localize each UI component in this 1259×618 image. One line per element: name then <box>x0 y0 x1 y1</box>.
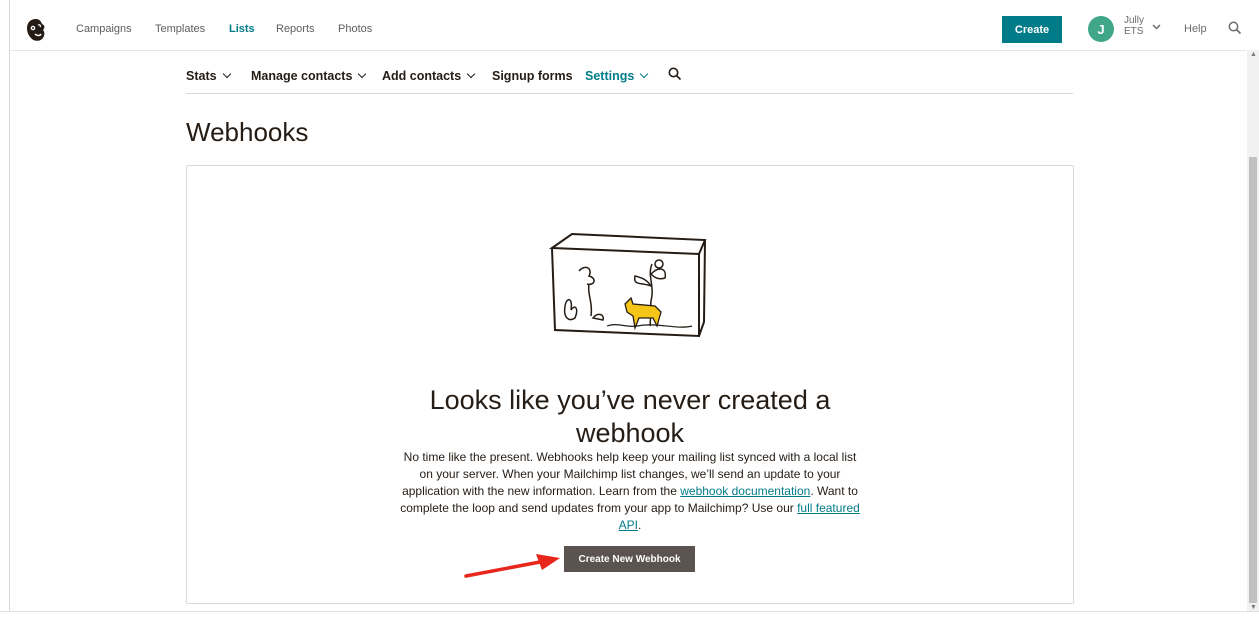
scroll-down-arrow-icon[interactable]: ▼ <box>1250 604 1257 611</box>
page-title: Webhooks <box>186 117 309 147</box>
description-text-3: . <box>638 518 642 532</box>
avatar[interactable]: J <box>1088 16 1114 42</box>
mailchimp-logo[interactable] <box>25 17 47 43</box>
subnav-settings-label: Settings <box>585 69 635 83</box>
subnav-add-contacts[interactable]: Add contacts <box>382 69 476 83</box>
user-account-name[interactable]: Jully ETS <box>1124 15 1144 37</box>
subnav-signup-forms[interactable]: Signup forms <box>492 69 573 83</box>
subnav-manage-contacts-label: Manage contacts <box>251 69 353 83</box>
nav-campaigns[interactable]: Campaigns <box>76 23 132 35</box>
list-sub-navigation: Stats Manage contacts Add contacts Signu… <box>186 50 1073 94</box>
empty-state-description: No time like the present. Webhooks help … <box>398 449 862 534</box>
chevron-down-icon[interactable] <box>1152 24 1161 30</box>
top-navigation-bar: Campaigns Templates Lists Reports Photos… <box>10 9 1246 51</box>
terrarium-illustration <box>549 232 707 338</box>
chevron-down-icon <box>222 69 231 79</box>
create-button[interactable]: Create <box>1002 16 1062 43</box>
help-link[interactable]: Help <box>1184 23 1207 35</box>
nav-templates[interactable]: Templates <box>155 23 205 35</box>
scrollbar-thumb[interactable] <box>1249 157 1257 603</box>
empty-state-heading: Looks like you’ve never created a webhoo… <box>429 385 831 448</box>
nav-lists[interactable]: Lists <box>229 23 255 35</box>
nav-photos[interactable]: Photos <box>338 23 372 35</box>
user-name-line1: Jully <box>1124 15 1145 26</box>
subnav-stats-label: Stats <box>186 69 217 83</box>
red-arrow-annotation <box>464 554 560 578</box>
chevron-down-icon <box>640 69 649 79</box>
search-icon[interactable] <box>668 67 682 81</box>
chevron-down-icon <box>466 69 476 79</box>
scroll-up-arrow-icon[interactable]: ▲ <box>1250 51 1257 58</box>
subnav-stats[interactable]: Stats <box>186 69 231 83</box>
subnav-add-contacts-label: Add contacts <box>382 69 462 83</box>
search-icon[interactable] <box>1228 21 1242 35</box>
subnav-signup-forms-label: Signup forms <box>492 69 573 83</box>
chevron-down-icon <box>358 69 367 79</box>
create-new-webhook-button[interactable]: Create New Webhook <box>564 546 695 572</box>
webhook-documentation-link[interactable]: webhook documentation <box>680 484 810 498</box>
window-left-edge <box>0 0 10 617</box>
nav-reports[interactable]: Reports <box>276 23 315 35</box>
subnav-manage-contacts[interactable]: Manage contacts <box>251 69 367 83</box>
user-name-line2: ETS <box>1124 26 1144 37</box>
subnav-settings[interactable]: Settings <box>585 69 649 83</box>
